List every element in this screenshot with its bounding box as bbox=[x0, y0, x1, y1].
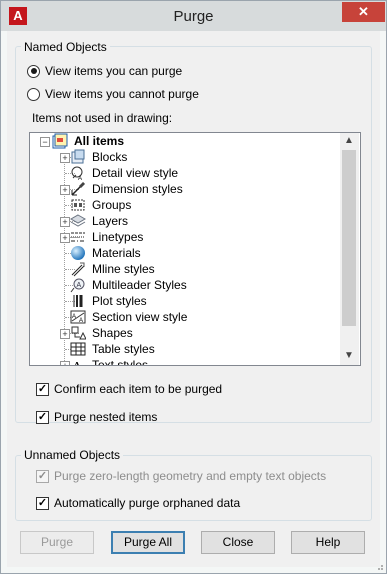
purge-button[interactable]: Purge bbox=[20, 531, 94, 554]
purge-nested-items-checkbox[interactable]: ✓ bbox=[36, 410, 49, 424]
blocks-icon bbox=[71, 149, 85, 164]
tree-item-label[interactable]: Dimension styles bbox=[92, 182, 183, 196]
tree-item-text-styles[interactable]: A Text styles bbox=[70, 357, 148, 366]
dimension-styles-icon bbox=[71, 182, 85, 196]
purge-dialog: A Purge ✕ Named Objects View items you c… bbox=[0, 0, 387, 574]
scroll-thumb[interactable] bbox=[342, 150, 356, 326]
tree-item-section-view-style[interactable]: A A Section view style bbox=[70, 309, 187, 325]
tree-item-mline-styles[interactable]: Mline styles bbox=[70, 261, 155, 277]
tree-item-label[interactable]: Layers bbox=[92, 214, 128, 228]
tree-expander-linetypes[interactable]: + bbox=[60, 233, 70, 243]
tree-item-label[interactable]: Materials bbox=[92, 246, 141, 260]
tree-item-label[interactable]: Multileader Styles bbox=[92, 278, 187, 292]
purge-nested-items-label[interactable]: Purge nested items bbox=[54, 410, 157, 424]
tree-item-materials[interactable]: Materials bbox=[70, 245, 141, 261]
purge-nested-items-row[interactable]: ✓ Purge nested items bbox=[36, 410, 157, 424]
multileader-styles-icon: A bbox=[70, 278, 85, 293]
tree-item-shapes[interactable]: Shapes bbox=[70, 325, 133, 341]
tree-item-label[interactable]: Text styles bbox=[92, 358, 148, 365]
tree-vertical-scrollbar[interactable]: ▲ ▼ bbox=[340, 133, 359, 365]
tree-item-label[interactable]: Groups bbox=[92, 198, 131, 212]
svg-text:A: A bbox=[77, 282, 82, 289]
tree-item-label[interactable]: Mline styles bbox=[92, 262, 155, 276]
tree-expander-shapes[interactable]: + bbox=[60, 329, 70, 339]
all-items-icon bbox=[52, 133, 68, 149]
section-view-style-icon: A A bbox=[70, 310, 86, 324]
tree-expander-layers[interactable]: + bbox=[60, 217, 70, 227]
unnamed-objects-group bbox=[15, 455, 372, 521]
tree-item-blocks[interactable]: Blocks bbox=[70, 149, 127, 165]
tree-item-detail-view-style[interactable]: A Detail view style bbox=[70, 165, 178, 181]
tree-item-label[interactable]: Linetypes bbox=[92, 230, 143, 244]
tree-expander-blocks[interactable]: + bbox=[60, 153, 70, 163]
purge-orphaned-data-label[interactable]: Automatically purge orphaned data bbox=[54, 496, 240, 510]
confirm-each-item-checkbox[interactable]: ✓ bbox=[36, 382, 49, 396]
tree-item-dimension-styles[interactable]: Dimension styles bbox=[70, 181, 183, 197]
items-tree-view[interactable]: − All items + Blocks A Detail view style… bbox=[29, 132, 361, 366]
tree-root-all-items[interactable]: All items bbox=[52, 133, 124, 149]
tree-item-label[interactable]: Table styles bbox=[92, 342, 155, 356]
tree-root-expander[interactable]: − bbox=[40, 137, 50, 147]
groups-icon bbox=[71, 199, 85, 211]
tree-item-multileader-styles[interactable]: A Multileader Styles bbox=[70, 277, 187, 293]
purge-zero-length-checkbox: ✓ bbox=[36, 469, 49, 483]
plot-styles-icon bbox=[73, 295, 83, 307]
text-styles-icon: A bbox=[72, 360, 83, 366]
tree-item-plot-styles[interactable]: Plot styles bbox=[70, 293, 147, 309]
title-bar[interactable]: A Purge ✕ bbox=[1, 1, 386, 31]
table-styles-icon bbox=[70, 342, 86, 356]
purge-zero-length-row: ✓ Purge zero-length geometry and empty t… bbox=[36, 469, 326, 483]
confirm-each-item-row[interactable]: ✓ Confirm each item to be purged bbox=[36, 382, 222, 396]
named-objects-label: Named Objects bbox=[21, 40, 110, 54]
scroll-up-arrow-icon[interactable]: ▲ bbox=[342, 134, 356, 148]
view-can-purge-radio-row[interactable]: View items you can purge bbox=[27, 64, 182, 78]
tree-item-label[interactable]: Section view style bbox=[92, 310, 187, 324]
unnamed-objects-label: Unnamed Objects bbox=[21, 448, 124, 462]
shapes-icon bbox=[71, 326, 86, 340]
tree-item-label[interactable]: Blocks bbox=[92, 150, 127, 164]
purge-all-button[interactable]: Purge All bbox=[111, 531, 185, 554]
tree-item-groups[interactable]: Groups bbox=[70, 197, 131, 213]
dialog-title: Purge bbox=[173, 8, 214, 25]
items-not-used-label: Items not used in drawing: bbox=[32, 111, 173, 125]
linetypes-icon bbox=[71, 232, 85, 242]
materials-icon bbox=[71, 246, 85, 260]
dialog-client-area: Named Objects View items you can purge V… bbox=[7, 31, 380, 567]
confirm-each-item-label[interactable]: Confirm each item to be purged bbox=[54, 382, 222, 396]
tree-item-label[interactable]: Plot styles bbox=[92, 294, 147, 308]
purge-zero-length-label: Purge zero-length geometry and empty tex… bbox=[54, 469, 327, 483]
mline-styles-icon bbox=[71, 262, 85, 277]
scroll-down-arrow-icon[interactable]: ▼ bbox=[342, 349, 356, 363]
tree-expander-text-styles[interactable]: + bbox=[60, 361, 70, 365]
tree-expander-dimension-styles[interactable]: + bbox=[60, 185, 70, 195]
view-can-purge-radio[interactable] bbox=[27, 64, 40, 78]
layers-icon bbox=[70, 214, 86, 227]
close-window-button[interactable]: ✕ bbox=[342, 2, 385, 22]
purge-orphaned-data-row[interactable]: ✓ Automatically purge orphaned data bbox=[36, 496, 240, 510]
svg-text:A: A bbox=[79, 318, 83, 324]
svg-text:A: A bbox=[72, 360, 83, 366]
close-button[interactable]: Close bbox=[201, 531, 275, 554]
help-button[interactable]: Help bbox=[291, 531, 365, 554]
detail-view-style-icon: A bbox=[71, 166, 83, 181]
view-cannot-purge-label[interactable]: View items you cannot purge bbox=[45, 87, 199, 101]
resize-grip-icon[interactable] bbox=[374, 561, 384, 571]
tree-item-linetypes[interactable]: Linetypes bbox=[70, 229, 143, 245]
view-cannot-purge-radio-row[interactable]: View items you cannot purge bbox=[27, 87, 199, 101]
tree-item-label[interactable]: Detail view style bbox=[92, 166, 178, 180]
view-cannot-purge-radio[interactable] bbox=[27, 87, 40, 101]
tree-root-label[interactable]: All items bbox=[74, 134, 124, 148]
tree-item-layers[interactable]: Layers bbox=[70, 213, 128, 229]
tree-item-table-styles[interactable]: Table styles bbox=[70, 341, 155, 357]
tree-item-label[interactable]: Shapes bbox=[92, 326, 133, 340]
view-can-purge-label[interactable]: View items you can purge bbox=[45, 64, 182, 78]
purge-orphaned-data-checkbox[interactable]: ✓ bbox=[36, 496, 49, 510]
